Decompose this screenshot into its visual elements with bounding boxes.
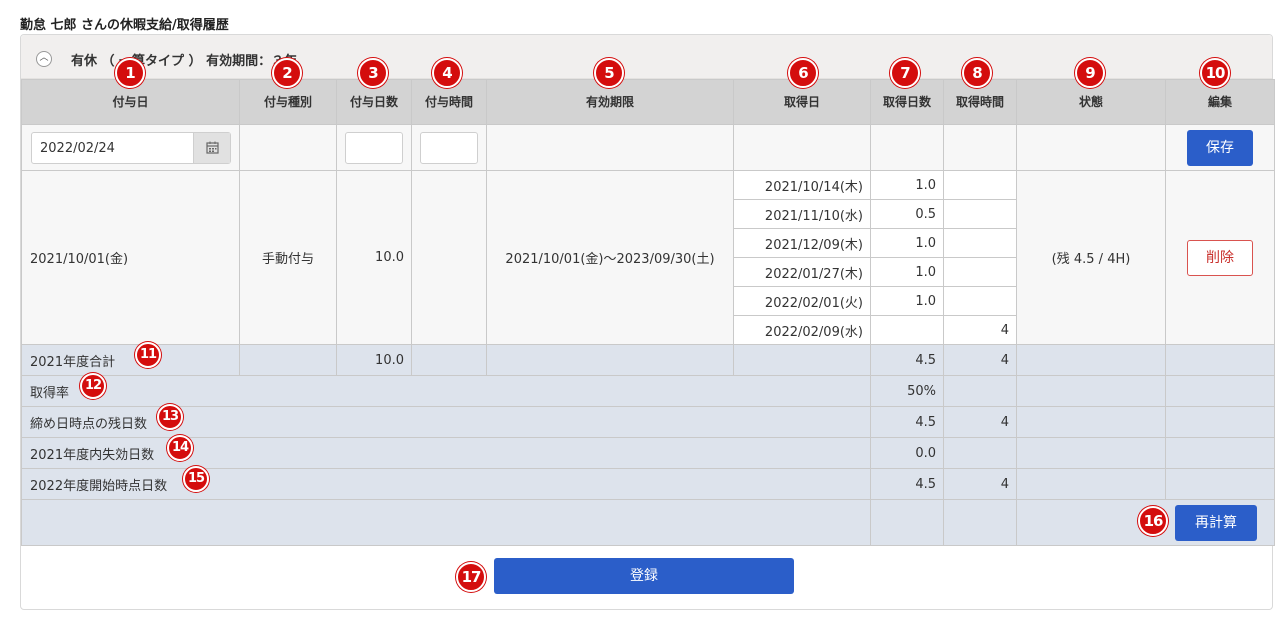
callout-badge: 2: [272, 58, 302, 88]
callout-badge: 13: [157, 404, 183, 430]
expired-days-label: 2021年度内失効日数: [21, 437, 871, 469]
acquired-date: 2021/12/09(木): [733, 228, 871, 258]
total-acquired-hours: 4: [943, 344, 1017, 376]
calendar-icon[interactable]: [193, 132, 230, 163]
acquired-days: 1.0: [870, 228, 944, 258]
acquired-hours: [943, 257, 1017, 287]
collapse-toggle-icon[interactable]: ︿: [36, 51, 52, 67]
leave-type-header: 有休 （ 一算タイプ ） 有効期間：３年: [71, 54, 298, 69]
callout-badge: 1: [115, 58, 145, 88]
acquired-date: 2021/10/14(木): [733, 170, 871, 200]
save-button[interactable]: 保存: [1187, 129, 1253, 166]
callout-badge: 9: [1075, 58, 1105, 88]
acquired-date: 2021/11/10(水): [733, 199, 871, 229]
acquired-days: 1.0: [870, 286, 944, 316]
acquisition-rate-row: 取得率 50%: [21, 375, 1275, 407]
expired-days-value: 0.0: [870, 437, 944, 469]
remaining-days-value: 4.5: [870, 406, 944, 438]
register-button[interactable]: 登録: [494, 558, 794, 594]
callout-badge: 10: [1200, 58, 1230, 88]
callout-badge: 16: [1138, 506, 1168, 536]
expired-days-row: 2021年度内失効日数 0.0: [21, 437, 1275, 469]
leave-grant-table: 付与日 付与種別 付与日数 付与時間 有効期限 取得日 取得日数 取得時間 状態…: [21, 79, 1275, 546]
grant-days-input[interactable]: [345, 131, 403, 164]
grant-record-row: 2021/10/01(金) 手動付与 10.0 2021/10/01(金)～20…: [21, 170, 1275, 345]
acquired-hours: [943, 228, 1017, 258]
acquired-days: [870, 315, 944, 345]
validity-cell: 2021/10/01(金)～2023/09/30(土): [486, 170, 734, 345]
acquired-days: 0.5: [870, 199, 944, 229]
callout-badge: 3: [358, 58, 388, 88]
acquired-date: 2022/02/01(火): [733, 286, 871, 316]
recalculate-button[interactable]: 再計算: [1175, 504, 1257, 541]
grant-days-cell: 10.0: [336, 170, 412, 345]
grant-date-cell: 2021/10/01(金): [21, 170, 240, 345]
callout-badge: 5: [594, 58, 624, 88]
page-title: 勤怠 七郎 さんの休暇支給/取得履歴: [20, 18, 229, 33]
acquisition-rate-value: 50%: [870, 375, 944, 407]
callout-badge: 8: [962, 58, 992, 88]
delete-button[interactable]: 削除: [1187, 239, 1253, 276]
acquired-date: 2022/02/09(水): [733, 315, 871, 345]
yearly-total-label: 2021年度合計: [21, 344, 240, 376]
acquired-hours: [943, 199, 1017, 229]
status-cell: (残 4.5 / 4H): [1016, 170, 1166, 345]
start-days-label: 2022年度開始時点日数: [21, 468, 871, 500]
callout-badge: 12: [80, 373, 106, 399]
start-days-row: 2022年度開始時点日数 4.5 4: [21, 468, 1275, 500]
yearly-total-row: 2021年度合計 10.0 4.5 4: [21, 344, 1275, 376]
new-grant-input-row: 2022/02/24 保存: [21, 124, 1275, 171]
acquisition-rate-label: 取得率: [21, 375, 871, 407]
callout-badge: 14: [167, 435, 193, 461]
callout-badge: 15: [183, 466, 209, 492]
grant-date-value: 2022/02/24: [40, 140, 115, 156]
grant-hours-input[interactable]: [420, 131, 478, 164]
start-days-value: 4.5: [870, 468, 944, 500]
acquired-hours: 4: [943, 315, 1017, 345]
total-acquired-days: 4.5: [870, 344, 944, 376]
callout-badge: 17: [456, 562, 486, 592]
recalc-row: 再計算: [21, 499, 1275, 546]
total-grant-days: 10.0: [336, 344, 412, 376]
acquired-days: 1.0: [870, 257, 944, 287]
acquired-date: 2022/01/27(木): [733, 257, 871, 287]
start-hours-value: 4: [943, 468, 1017, 500]
callout-badge: 7: [890, 58, 920, 88]
remaining-days-label: 締め日時点の残日数: [21, 406, 871, 438]
callout-badge: 4: [432, 58, 462, 88]
remaining-days-row: 締め日時点の残日数 4.5 4: [21, 406, 1275, 438]
grant-type-cell: 手動付与: [239, 170, 337, 345]
grant-date-field[interactable]: 2022/02/24: [31, 131, 231, 164]
acquired-days: 1.0: [870, 170, 944, 200]
remaining-hours-value: 4: [943, 406, 1017, 438]
grant-hours-cell: [411, 170, 487, 345]
leave-history-panel: ︿ 有休 （ 一算タイプ ） 有効期間：３年 付与日 付与種別 付与日数 付与時…: [20, 34, 1275, 610]
callout-badge: 11: [135, 342, 161, 368]
acquired-hours: [943, 170, 1017, 200]
acquired-hours: [943, 286, 1017, 316]
callout-badge: 6: [788, 58, 818, 88]
